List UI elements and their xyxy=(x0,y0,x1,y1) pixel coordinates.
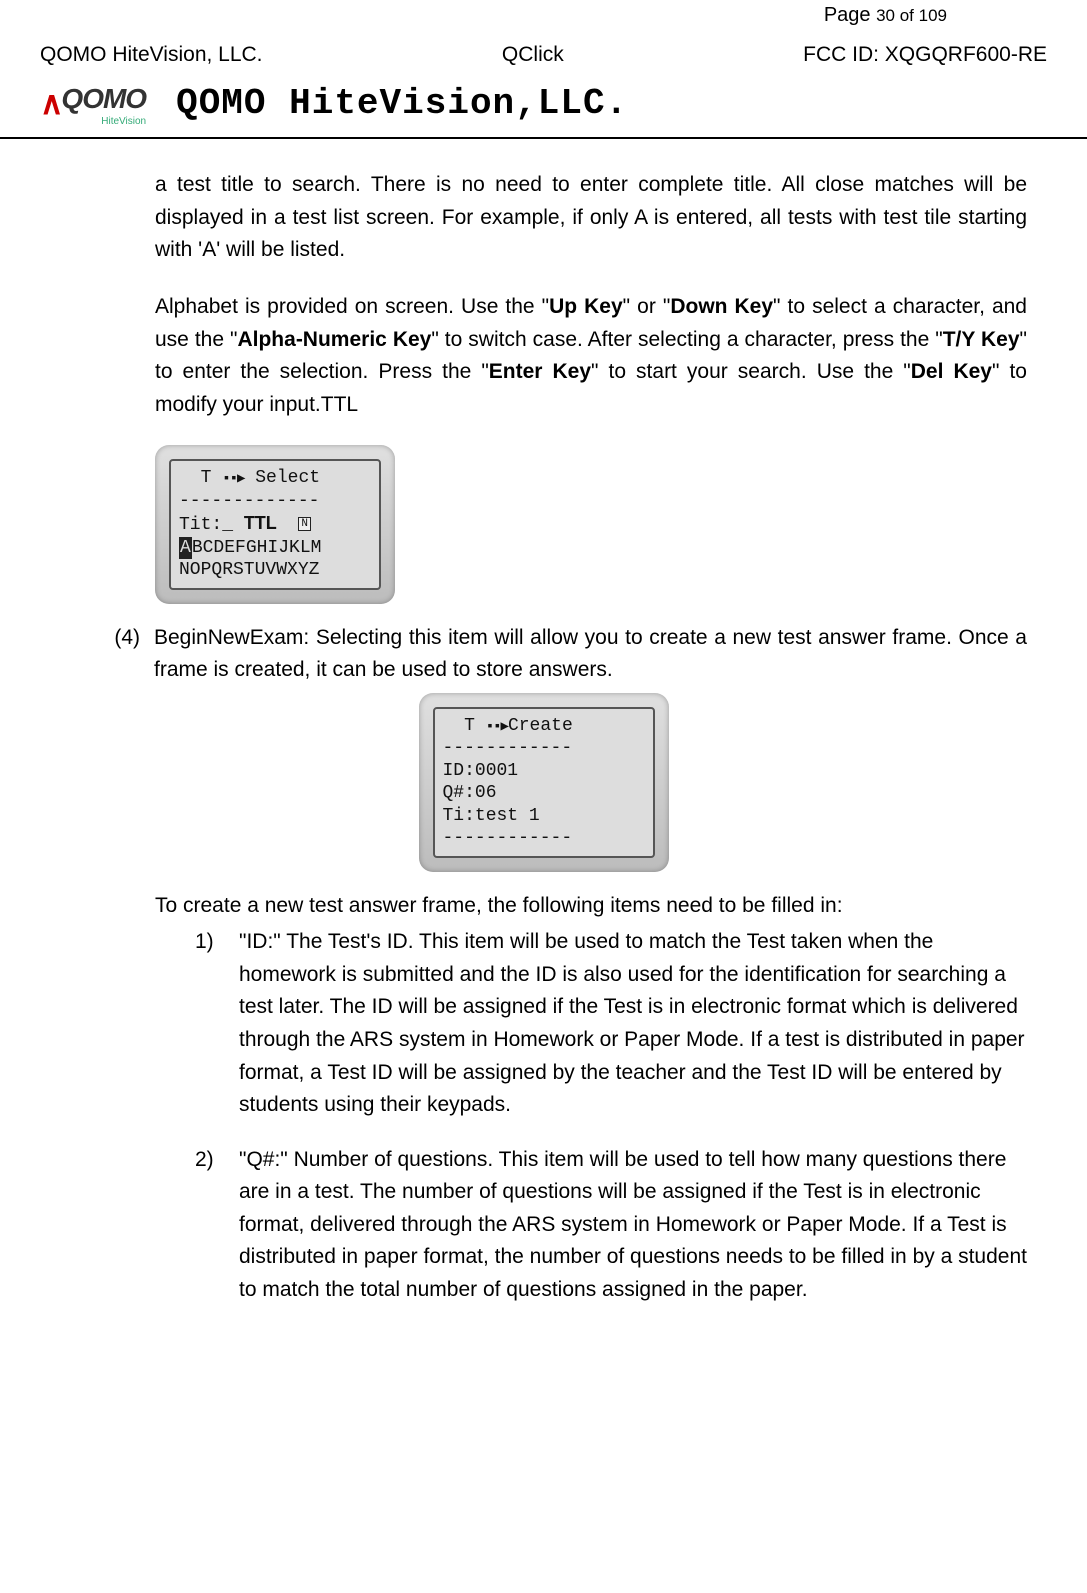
text: " to start your search. Use the " xyxy=(591,360,911,383)
page-of: of xyxy=(895,6,919,25)
sub-item-2-number: 2) xyxy=(195,1144,239,1307)
paragraph-create-intro: To create a new test answer frame, the f… xyxy=(155,890,1027,923)
alpha-numeric-key-label: Alpha-Numeric Key xyxy=(237,328,431,351)
header-center: QClick xyxy=(502,39,564,72)
sub-item-1: 1) "ID:" The Test's ID. This item will b… xyxy=(195,926,1027,1121)
arrow-icon: ▪▪▶ xyxy=(486,719,508,735)
screen-alpha-2: NOPQRSTUVWXYZ xyxy=(179,559,371,582)
sub-item-1-text: "ID:" The Test's ID. This item will be u… xyxy=(239,926,1027,1121)
sub-list: 1) "ID:" The Test's ID. This item will b… xyxy=(195,926,1027,1306)
arrow-icon: ▪▪▶ xyxy=(222,471,244,487)
text: Select xyxy=(244,468,320,488)
enter-key-label: Enter Key xyxy=(489,360,591,383)
item-4-row: (4) BeginNewExam: Selecting this item wi… xyxy=(110,622,1027,687)
screen-ti-line: Ti:test 1 xyxy=(443,805,645,828)
header-row: QOMO HiteVision, LLC. QClick FCC ID: XQG… xyxy=(0,31,1087,72)
selected-char: A xyxy=(179,537,192,560)
text: Create xyxy=(508,716,573,736)
sub-item-1-number: 1) xyxy=(195,926,239,1121)
screen-q-line: Q#:06 xyxy=(443,782,645,805)
logo-bar: ∧ QOMO HiteVision QOMO HiteVision,LLC. xyxy=(0,72,1087,140)
n-badge-icon: N xyxy=(298,517,311,531)
screen-alpha-1: ABCDEFGHIJKLM xyxy=(179,537,371,560)
ttl-overlay: TTL xyxy=(244,513,277,533)
sub-item-2: 2) "Q#:" Number of questions. This item … xyxy=(195,1144,1027,1307)
logo-subtext: HiteVision xyxy=(61,114,146,130)
device-create-screen: T ▪▪▶Create ------------ ID:0001 Q#:06 T… xyxy=(419,693,669,872)
page-total: 109 xyxy=(919,6,947,25)
down-key-label: Down Key xyxy=(670,295,773,318)
item-4-number: (4) xyxy=(110,622,154,687)
text: T xyxy=(201,468,223,488)
paragraph-key-instructions: Alphabet is provided on screen. Use the … xyxy=(155,291,1027,421)
screen-line-1: T ▪▪▶Create xyxy=(443,715,645,738)
logo-text: QOMO xyxy=(61,83,146,114)
tit-label: Tit:_ xyxy=(179,515,244,535)
page-number: Page 30 of 109 xyxy=(0,0,1087,31)
ty-key-label: T/Y Key xyxy=(943,328,1020,351)
paragraph-search-intro: a test title to search. There is no need… xyxy=(155,169,1027,267)
text: " or " xyxy=(623,295,671,318)
up-key-label: Up Key xyxy=(549,295,623,318)
content: a test title to search. There is no need… xyxy=(0,139,1087,1358)
screen-divider: ------------ xyxy=(443,737,645,760)
logo: ∧ QOMO HiteVision xyxy=(40,77,146,130)
header-fcc: FCC ID: XQGQRF600-RE xyxy=(803,39,1047,72)
page-current: 30 xyxy=(876,6,895,25)
screen-line-1: T ▪▪▶ Select xyxy=(179,467,371,490)
page-label: Page xyxy=(824,4,876,26)
header-left: QOMO HiteVision, LLC. xyxy=(40,39,263,72)
brand-title: QOMO HiteVision,LLC. xyxy=(176,76,628,132)
del-key-label: Del Key xyxy=(911,360,992,383)
screen-id-line: ID:0001 xyxy=(443,760,645,783)
text: BCDEFGHIJKLM xyxy=(192,538,322,558)
text: T xyxy=(464,716,486,736)
screen-divider: ------------- xyxy=(179,490,371,513)
text: Alphabet is provided on screen. Use the … xyxy=(155,295,549,318)
screen-tit-line: Tit:_ TTL N xyxy=(179,512,371,537)
item-4-text: BeginNewExam: Selecting this item will a… xyxy=(154,622,1027,687)
sub-item-2-text: "Q#:" Number of questions. This item wil… xyxy=(239,1144,1027,1307)
text: " to switch case. After selecting a char… xyxy=(431,328,942,351)
device-select-screen: T ▪▪▶ Select ------------- Tit:_ TTL N A… xyxy=(155,445,395,604)
logo-chevron-icon: ∧ xyxy=(40,79,57,129)
screen-divider: ------------ xyxy=(443,827,645,850)
